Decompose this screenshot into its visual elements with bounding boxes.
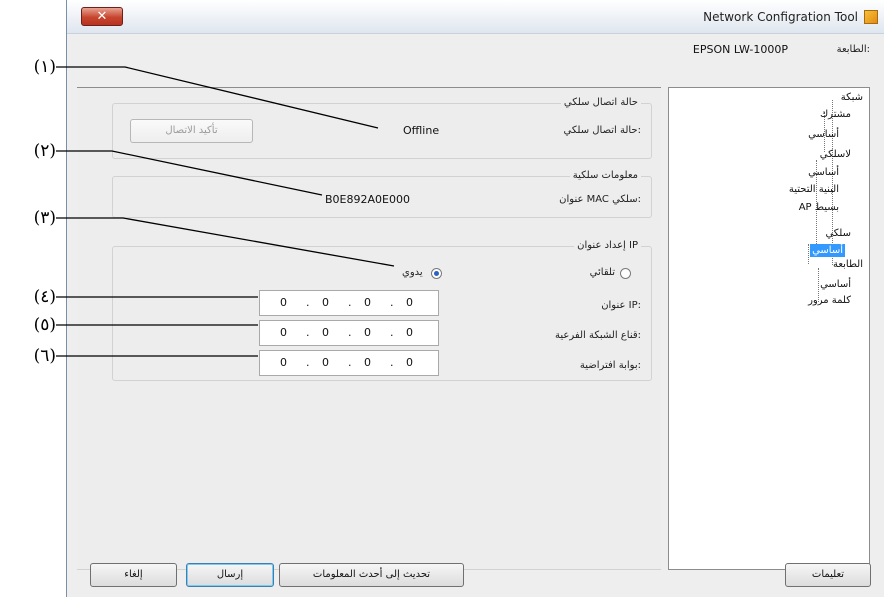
refresh-button[interactable]: تحديث إلى أحدث المعلومات [279, 563, 464, 587]
tree-item-printer-basic[interactable]: أساسي [820, 278, 851, 291]
gateway-octet: 0 [280, 356, 287, 369]
app-icon [864, 10, 878, 24]
ip-address-label: عنوان IP: [601, 300, 641, 311]
subnet-mask-label: قناع الشبكة الفرعية: [555, 330, 641, 341]
subnet-mask-field[interactable]: 0 . 0 . 0 . 0 [259, 320, 439, 346]
ip-octet: 0 [364, 296, 371, 309]
manual-ip-radio[interactable] [431, 268, 442, 279]
ip-settings-title: إعداد عنوان IP [574, 240, 641, 251]
ip-dot: . [348, 356, 352, 369]
gateway-field[interactable]: 0 . 0 . 0 . 0 [259, 350, 439, 376]
tree-item-password[interactable]: كلمة مرور [808, 294, 851, 307]
confirm-connection-button[interactable]: تأكيد الاتصال [130, 119, 253, 143]
subnet-octet: 0 [280, 326, 287, 339]
ip-dot: . [348, 326, 352, 339]
printer-label: الطابعة: [836, 44, 870, 55]
tree-item-common-basic[interactable]: أساسي [808, 128, 839, 141]
mac-value: B0E892A0E000 [325, 193, 410, 206]
network-config-window: ✕ Network Configration Tool الطابعة: EPS… [66, 0, 884, 597]
close-button[interactable]: ✕ [81, 7, 123, 26]
wired-info-group: معلومات سلكية عنوان MAC سلكي: B0E892A0E0… [112, 170, 652, 218]
ip-dot: . [390, 296, 394, 309]
ip-settings-group: إعداد عنوان IP تلقائي يدوي عنوان IP: 0 .… [112, 240, 652, 381]
wired-status-title: حالة اتصال سلكي [560, 97, 641, 108]
ip-dot: . [306, 356, 310, 369]
tree-item-printer[interactable]: الطابعة [833, 258, 863, 271]
tree-item-wired[interactable]: سلكي [825, 227, 851, 240]
window-title: Network Configration Tool [703, 10, 858, 24]
send-button[interactable]: إرسال [186, 563, 274, 587]
tree-item-wired-basic[interactable]: أساسي [810, 244, 845, 257]
ip-dot: . [390, 326, 394, 339]
tree-item-common[interactable]: مشترك [820, 108, 851, 121]
help-button[interactable]: تعليمات [785, 563, 871, 587]
callout-4: (٤) [33, 287, 56, 307]
wired-info-title: معلومات سلكية [569, 170, 641, 181]
gateway-octet: 0 [364, 356, 371, 369]
subnet-octet: 0 [406, 326, 413, 339]
auto-ip-radio[interactable] [620, 268, 631, 279]
ip-dot: . [390, 356, 394, 369]
ip-octet: 0 [280, 296, 287, 309]
tree-item-network[interactable]: شبكة [841, 91, 863, 104]
gateway-label: بوابة افتراضية: [579, 360, 641, 371]
ip-dot: . [348, 296, 352, 309]
tree-item-wireless-basic[interactable]: أساسي [808, 166, 839, 179]
settings-tree: شبكة مشترك أساسي لاسلكي أساسي البنية الت… [668, 87, 870, 570]
title-bar: ✕ Network Configration Tool [67, 0, 884, 34]
ip-octet: 0 [322, 296, 329, 309]
gateway-octet: 0 [406, 356, 413, 369]
ip-octet: 0 [406, 296, 413, 309]
wired-status-value: Offline [403, 124, 440, 137]
ip-dot: . [306, 296, 310, 309]
settings-panel: حالة اتصال سلكي حالة اتصال سلكي: Offline… [77, 87, 661, 570]
tree-item-wireless[interactable]: لاسلكي [820, 148, 851, 161]
subnet-octet: 0 [322, 326, 329, 339]
callout-1: (١) [33, 57, 56, 77]
cancel-button[interactable]: إلغاء [90, 563, 177, 587]
ip-dot: . [306, 326, 310, 339]
manual-ip-label: يدوي [402, 267, 423, 278]
wired-status-group: حالة اتصال سلكي حالة اتصال سلكي: Offline… [112, 97, 652, 159]
tree-item-infrastructure[interactable]: البنية التحتية [789, 183, 839, 196]
printer-name: EPSON LW-1000P [692, 43, 788, 56]
auto-ip-label: تلقائي [589, 267, 615, 278]
callout-6: (٦) [33, 346, 56, 366]
tree-item-simple-ap[interactable]: AP بسيط [799, 201, 839, 214]
wired-status-label: حالة اتصال سلكي: [563, 125, 641, 136]
mac-label: عنوان MAC سلكي: [559, 194, 641, 205]
callout-3: (٣) [33, 208, 56, 228]
ip-address-field[interactable]: 0 . 0 . 0 . 0 [259, 290, 439, 316]
callout-2: (٢) [33, 141, 56, 161]
gateway-octet: 0 [322, 356, 329, 369]
callout-5: (٥) [33, 315, 56, 335]
tree-connector [808, 244, 809, 264]
subnet-octet: 0 [364, 326, 371, 339]
